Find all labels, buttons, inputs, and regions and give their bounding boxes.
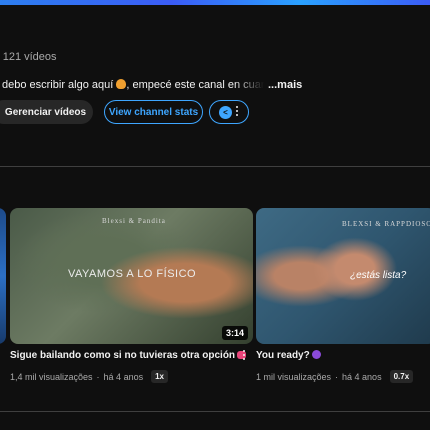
playback-speed-badge: 1x <box>151 370 168 383</box>
thumbnail-watermark: BLEXSI & RAPPDIOSO <box>342 220 430 228</box>
video-age: há 4 anos <box>342 371 382 382</box>
thumbnail-watermark: Blexsi & Pandita <box>102 217 166 225</box>
video-duration-badge: 3:14 <box>221 326 248 340</box>
channel-description[interactable]: debo escribir algo aquí , empecé este ca… <box>2 79 264 91</box>
share-menu-button[interactable]: < <box>209 100 249 124</box>
stats-separator: · <box>96 371 100 382</box>
raised-hand-icon <box>116 79 127 89</box>
video-stats: 1 mil visualizações · há 4 anos 0.7x <box>256 370 414 383</box>
description-fade <box>234 79 264 91</box>
video-thumbnail[interactable]: BLEXSI & RAPPDIOSO ¿estás lista? <box>256 208 430 344</box>
more-link[interactable]: ...mais <box>268 79 302 91</box>
video-title[interactable]: Sigue bailando como si no tuvieras otra … <box>10 350 247 361</box>
thumbnail-overlay-text: ¿estás lista? <box>350 270 407 281</box>
video-thumbnail[interactable]: Blexsi & Pandita VAYAMOS A LO FÍSICO 3:1… <box>10 208 253 344</box>
section-divider <box>0 166 430 167</box>
video-views: 1 mil visualizações <box>256 371 332 382</box>
section-divider <box>0 411 430 412</box>
playback-speed-badge: 0.7x <box>389 370 414 383</box>
video-views: 1,4 mil visualizações <box>10 371 93 382</box>
thumbnail-overlay-text: VAYAMOS A LO FÍSICO <box>68 268 197 280</box>
video-age: há 4 anos <box>103 371 144 382</box>
top-accent-bar <box>0 0 430 5</box>
video-options-icon[interactable] <box>243 349 247 363</box>
stats-separator: · <box>335 371 339 382</box>
previous-video-thumbnail[interactable] <box>0 208 6 344</box>
smiling-devil-icon <box>311 350 321 359</box>
video-stats: 1,4 mil visualizações · há 4 anos 1x <box>10 370 168 383</box>
manage-videos-button[interactable]: Gerenciar vídeos <box>0 100 93 124</box>
channel-description-text: debo escribir algo aquí <box>2 79 114 91</box>
video-title-text: Sigue bailando como si no tuvieras otra … <box>10 350 236 361</box>
video-title[interactable]: You ready? <box>256 350 321 361</box>
view-channel-stats-button[interactable]: View channel stats <box>104 100 203 124</box>
share-icon: < <box>219 106 232 119</box>
video-title-text: You ready? <box>256 350 310 361</box>
channel-video-count: · 121 vídeos <box>0 51 57 63</box>
more-options-icon <box>236 105 239 119</box>
